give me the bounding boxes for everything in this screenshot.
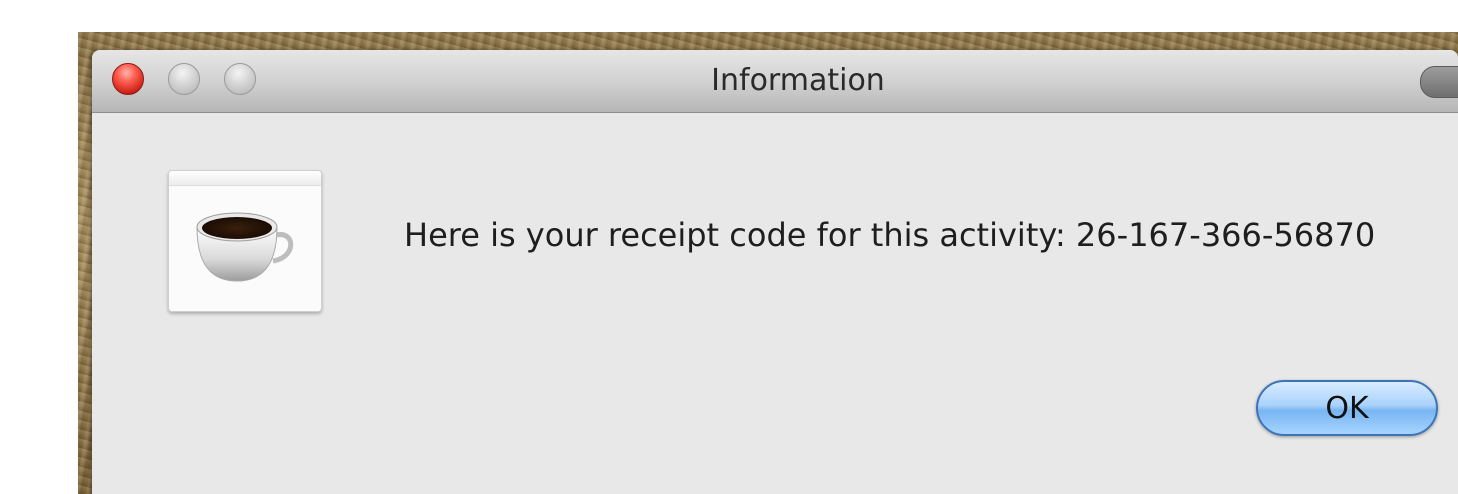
icon-top-band xyxy=(169,171,321,186)
coffee-cup-icon xyxy=(196,212,294,282)
window-title: Information xyxy=(711,63,885,98)
receipt-message: Here is your receipt code for this activ… xyxy=(404,216,1376,254)
information-dialog: Information Here is your receipt code fo… xyxy=(92,50,1458,494)
ok-button[interactable]: OK xyxy=(1256,380,1438,436)
ok-button-label: OK xyxy=(1325,390,1369,426)
java-coffee-cup-icon xyxy=(168,170,322,312)
toolbar-toggle-button[interactable] xyxy=(1420,66,1458,98)
title-bar[interactable]: Information xyxy=(92,50,1458,113)
